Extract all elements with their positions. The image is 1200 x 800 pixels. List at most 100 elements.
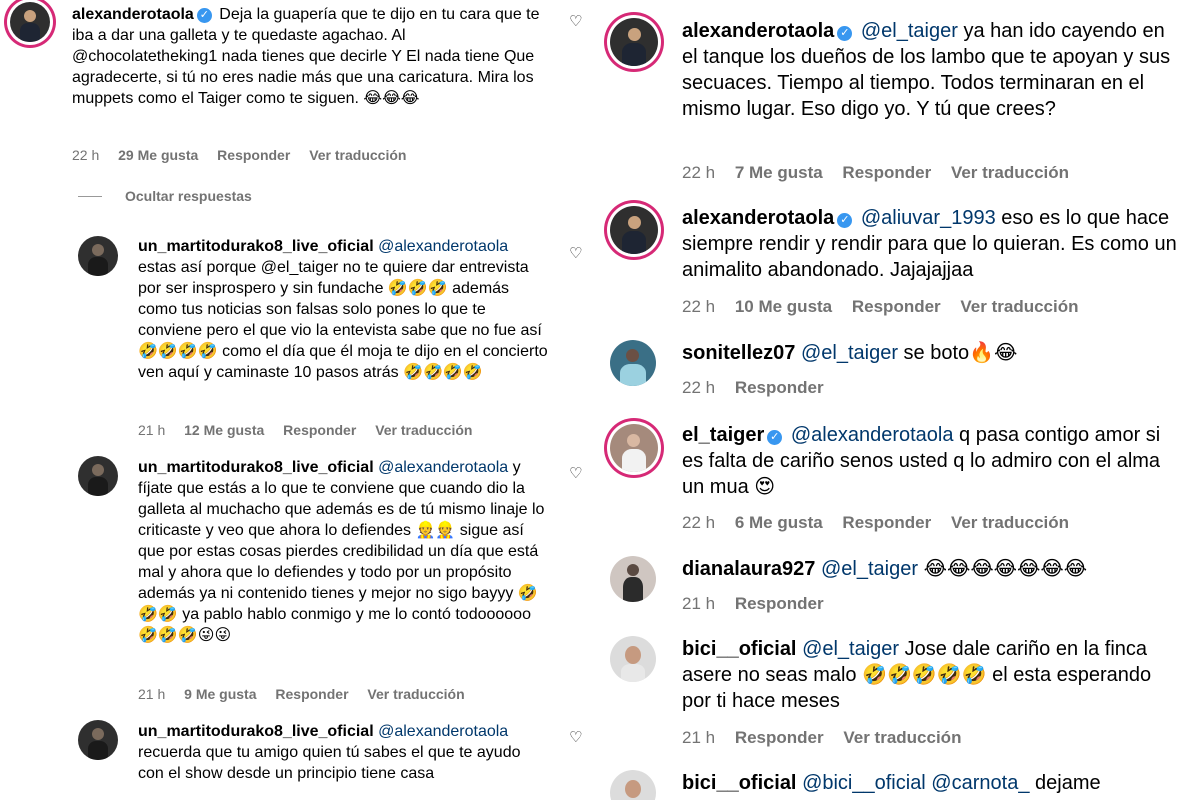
mention-link[interactable]: @alexanderotaola [378, 459, 508, 476]
likes-count[interactable]: 10 Me gusta [735, 297, 832, 316]
avatar[interactable] [10, 2, 50, 42]
comment-text: un_martitodurako8_live_oficial @alexande… [138, 236, 548, 383]
hide-replies-button[interactable]: Ocultar respuestas [125, 188, 252, 204]
comment-meta: 22 h 7 Me gusta Responder Ver traducción [682, 163, 1084, 183]
comment-text: alexanderotaola ✓ @el_taiger ya han ido c… [682, 18, 1182, 122]
mention-link[interactable]: @alexanderotaola [378, 723, 508, 740]
timestamp: 22 h [682, 297, 716, 316]
avatar[interactable] [610, 556, 656, 602]
username[interactable]: alexanderotaola [72, 6, 194, 23]
timestamp: 21 h [138, 422, 166, 438]
username[interactable]: dianalaura927 [682, 558, 815, 580]
mention-link[interactable]: @el_taiger [802, 638, 899, 660]
mention-link[interactable]: @aliuvar_1993 [861, 207, 996, 229]
comment-meta: 22 h 10 Me gusta Responder Ver traducció… [682, 297, 1094, 317]
reply-button[interactable]: Responder [842, 513, 931, 532]
avatar[interactable] [610, 636, 656, 682]
comment-text: un_martitodurako8_live_oficial @alexande… [138, 721, 548, 784]
comment-text: bici__oficial @bici__oficial @carnota_ d… [682, 770, 1182, 796]
heart-outline-icon[interactable]: ♡ [569, 14, 583, 29]
username[interactable]: alexanderotaola [682, 20, 834, 42]
comment-text: alexanderotaola ✓ @aliuvar_1993 eso es lo… [682, 205, 1182, 283]
comment-text: el_taiger ✓ @alexanderotaola q pasa conti… [682, 422, 1182, 500]
comment-meta: 22 h 29 Me gusta Responder Ver traducció… [72, 147, 421, 163]
avatar[interactable] [610, 340, 656, 386]
comment-body: se boto🔥😂 [903, 342, 1018, 364]
timestamp: 21 h [682, 594, 716, 613]
mention-link[interactable]: @alexanderotaola [791, 424, 954, 446]
mention-link[interactable]: @bici__oficial @carnota_ [802, 772, 1029, 794]
username[interactable]: bici__oficial [682, 638, 797, 660]
translate-button[interactable]: Ver traducción [951, 163, 1069, 182]
reply-button[interactable]: Responder [217, 147, 290, 163]
mention-link[interactable]: @alexanderotaola [378, 238, 508, 255]
translate-button[interactable]: Ver traducción [367, 686, 464, 702]
mention-link[interactable]: @el_taiger [801, 342, 898, 364]
timestamp: 22 h [682, 378, 716, 397]
comment-meta: 21 h 12 Me gusta Responder Ver traducció… [138, 422, 487, 438]
avatar[interactable] [610, 206, 658, 254]
verified-badge-icon: ✓ [196, 8, 212, 23]
reply-button[interactable]: Responder [275, 686, 348, 702]
reply-button[interactable]: Responder [852, 297, 941, 316]
reply-button[interactable]: Responder [735, 728, 824, 747]
comment-text: dianalaura927 @el_taiger 😂😂😂😂😂😂😂 [682, 556, 1182, 582]
username[interactable]: un_martitodurako8_live_oficial [138, 238, 374, 255]
comment-body: estas así porque @el_taiger no te quiere… [138, 259, 548, 381]
username[interactable]: sonitellez07 [682, 342, 795, 364]
comment-body: dejame [1035, 772, 1101, 794]
comment-text: bici__oficial @el_taiger Jose dale cariñ… [682, 636, 1182, 714]
left-comments-panel: alexanderotaola ✓ Deja la guapería que te… [0, 0, 600, 800]
comment-meta: 21 h Responder [682, 594, 839, 614]
avatar[interactable] [610, 424, 658, 472]
avatar[interactable] [78, 720, 118, 760]
username[interactable]: el_taiger [682, 424, 764, 446]
username[interactable]: un_martitodurako8_live_oficial [138, 723, 374, 740]
comment-body: 😂😂😂😂😂😂😂 [923, 558, 1088, 580]
mention-link[interactable]: @el_taiger [821, 558, 918, 580]
avatar[interactable] [610, 770, 656, 800]
verified-badge-icon: ✓ [837, 26, 853, 41]
likes-count[interactable]: 9 Me gusta [184, 686, 256, 702]
comment-body: recuerda que tu amigo quien tú sabes el … [138, 744, 521, 782]
avatar[interactable] [78, 236, 118, 276]
reply-button[interactable]: Responder [283, 422, 356, 438]
comment-meta: 21 h Responder Ver traducción [682, 728, 976, 748]
username[interactable]: bici__oficial [682, 772, 797, 794]
reply-button[interactable]: Responder [842, 163, 931, 182]
comment-text: alexanderotaola ✓ Deja la guapería que te… [72, 4, 552, 109]
translate-button[interactable]: Ver traducción [309, 147, 406, 163]
comment-text: un_martitodurako8_live_oficial @alexande… [138, 457, 548, 646]
username[interactable]: un_martitodurako8_live_oficial [138, 459, 374, 476]
translate-button[interactable]: Ver traducción [960, 297, 1078, 316]
username[interactable]: alexanderotaola [682, 207, 834, 229]
reply-button[interactable]: Responder [735, 378, 824, 397]
likes-count[interactable]: 29 Me gusta [118, 147, 198, 163]
heart-outline-icon[interactable]: ♡ [569, 730, 583, 745]
avatar[interactable] [610, 18, 658, 66]
translate-button[interactable]: Ver traducción [843, 728, 961, 747]
right-comments-panel: alexanderotaola ✓ @el_taiger ya han ido c… [600, 0, 1200, 800]
timestamp: 21 h [682, 728, 716, 747]
avatar[interactable] [78, 456, 118, 496]
likes-count[interactable]: 12 Me gusta [184, 422, 264, 438]
comment-meta: 22 h 6 Me gusta Responder Ver traducción [682, 513, 1084, 533]
divider [78, 196, 102, 197]
timestamp: 22 h [72, 147, 100, 163]
comment-text: sonitellez07 @el_taiger se boto🔥😂 [682, 340, 1182, 366]
translate-button[interactable]: Ver traducción [951, 513, 1069, 532]
likes-count[interactable]: 7 Me gusta [735, 163, 823, 182]
mention-link[interactable]: @el_taiger [861, 20, 958, 42]
likes-count[interactable]: 6 Me gusta [735, 513, 823, 532]
heart-outline-icon[interactable]: ♡ [569, 466, 583, 481]
comment-meta: 21 h 9 Me gusta Responder Ver traducción [138, 686, 480, 702]
reply-button[interactable]: Responder [735, 594, 824, 613]
timestamp: 22 h [682, 513, 716, 532]
heart-outline-icon[interactable]: ♡ [569, 246, 583, 261]
translate-button[interactable]: Ver traducción [375, 422, 472, 438]
verified-badge-icon: ✓ [837, 213, 853, 228]
comment-body: y fíjate que estás a lo que te conviene … [138, 459, 545, 644]
verified-badge-icon: ✓ [767, 430, 783, 445]
timestamp: 22 h [682, 163, 716, 182]
comment-meta: 22 h Responder [682, 378, 839, 398]
